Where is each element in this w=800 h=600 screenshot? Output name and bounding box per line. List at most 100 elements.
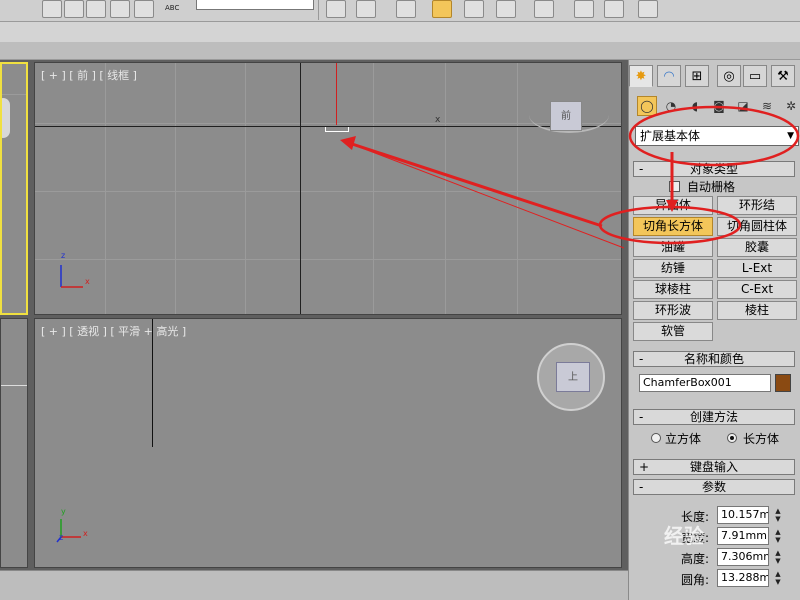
modify-icon[interactable]: ◠ — [657, 65, 681, 87]
create-subcategories: ◯ ◔ ◖ ◙ ◪ ≋ ✲ — [633, 96, 799, 118]
viewcube-face-label: 上 — [568, 372, 578, 383]
front-viewport[interactable]: [ + ] [ 前 ] [ 线框 ] x 前 z x — [34, 62, 622, 315]
watermark-text: 经验 — [664, 524, 704, 548]
autogrid-label: 自动栅格 — [687, 180, 736, 194]
grid-line — [517, 63, 518, 314]
box-radio[interactable] — [727, 433, 737, 443]
chamfer-cylinder-button[interactable]: 切角圆柱体 — [717, 217, 797, 236]
chamfer-box-button[interactable]: 切角长方体 — [633, 217, 713, 236]
time-slider[interactable] — [0, 570, 628, 600]
creation-method-rollout[interactable]: - 创建方法 — [633, 409, 795, 425]
chamfer-box-wireframe[interactable] — [325, 127, 349, 132]
toolbar-separator — [318, 0, 319, 20]
autogrid-checkbox[interactable] — [669, 181, 680, 192]
grid-line — [105, 63, 106, 314]
grid-line — [1, 385, 27, 386]
parameters-header: 参数 — [701, 480, 726, 494]
render-frame-icon[interactable] — [604, 0, 624, 18]
command-panel-tabs: ✸ ◠ ⊞ ◎ ▭ ⚒ — [629, 62, 800, 90]
geometry-category-dropdown[interactable]: 扩展基本体 ▼ — [635, 126, 799, 146]
create-icon[interactable]: ✸ — [629, 65, 653, 87]
l-ext-button[interactable]: L-Ext — [717, 259, 797, 278]
axis-z-label: z — [59, 533, 64, 542]
display-icon[interactable]: ▭ — [743, 65, 767, 87]
creation-method-header: 创建方法 — [689, 410, 738, 424]
axis-x-label-front-tripod: x — [85, 277, 90, 286]
align-icon[interactable] — [356, 0, 376, 18]
hierarchy-icon[interactable]: ⊞ — [685, 65, 709, 87]
lights-icon[interactable]: ◖ — [685, 96, 705, 116]
material-editor-icon[interactable] — [534, 0, 554, 18]
cameras-icon[interactable]: ◙ — [709, 96, 729, 116]
layer-manager-icon[interactable] — [432, 0, 452, 18]
perspective-viewport-label[interactable]: [ + ] [ 透视 ] [ 平滑 + 高光 ] — [41, 323, 186, 339]
helpers-icon[interactable]: ◪ — [733, 96, 753, 116]
main-toolbar: ABC — [0, 0, 800, 22]
parameters-rollout[interactable]: - 参数 — [633, 479, 795, 495]
axis-y-label: y — [61, 507, 66, 516]
viewcube-fragment — [2, 98, 10, 138]
object-type-rollout[interactable]: - 对象类型 — [633, 161, 795, 177]
cube-radio[interactable] — [651, 433, 661, 443]
world-axis-vertical — [300, 63, 301, 314]
named-selection-dropdown[interactable] — [196, 0, 314, 10]
viewport-left-active[interactable] — [0, 62, 28, 315]
viewcube-perspective[interactable]: 上 — [537, 343, 605, 411]
hose-button[interactable]: 软管 — [633, 322, 713, 341]
magnet-icon[interactable] — [42, 0, 62, 18]
category-value: 扩展基本体 — [640, 129, 701, 143]
systems-icon[interactable]: ✲ — [781, 96, 800, 116]
utilities-icon[interactable]: ⚒ — [771, 65, 795, 87]
object-name-field[interactable]: ChamferBox001 — [639, 374, 771, 392]
perspective-viewport[interactable]: [ + ] [ 透视 ] [ 平滑 + 高光 ] 上 y x z — [34, 318, 622, 568]
command-panel: ✸ ◠ ⊞ ◎ ▭ ⚒ ◯ ◔ ◖ ◙ ◪ ≋ ✲ 扩展基本体 ▼ - 对象类型… — [628, 60, 800, 600]
grid-line — [445, 63, 446, 314]
axis-tripod-front — [60, 265, 83, 288]
spinner-snap-icon[interactable] — [110, 0, 130, 18]
name-color-rollout[interactable]: - 名称和颜色 — [633, 351, 795, 367]
viewport-left-bottom[interactable] — [0, 318, 28, 568]
grid-line — [2, 94, 26, 95]
c-ext-button[interactable]: C-Ext — [717, 280, 797, 299]
keyboard-entry-rollout[interactable]: + 键盘输入 — [633, 459, 795, 475]
oil-tank-button[interactable]: 油罐 — [633, 238, 713, 257]
percent-snap-icon[interactable] — [86, 0, 106, 18]
front-viewport-label[interactable]: [ + ] [ 前 ] [ 线框 ] — [41, 67, 137, 83]
prism-button[interactable]: 棱柱 — [717, 301, 797, 320]
gengon-button[interactable]: 球棱柱 — [633, 280, 713, 299]
render-icon[interactable] — [638, 0, 658, 18]
watermark: 经验 — [664, 520, 796, 596]
spacewarps-icon[interactable]: ≋ — [757, 96, 777, 116]
curve-editor-icon[interactable] — [464, 0, 484, 18]
shapes-icon[interactable]: ◔ — [661, 96, 681, 116]
expand-sign: + — [639, 460, 650, 474]
named-selection-icon[interactable] — [134, 0, 154, 18]
render-setup-icon[interactable] — [574, 0, 594, 18]
capsule-button[interactable]: 胶囊 — [717, 238, 797, 257]
viewcube[interactable]: 前 — [550, 101, 582, 131]
viewcube-top-face[interactable]: 上 — [556, 362, 590, 392]
grid-line — [35, 191, 621, 192]
viewcube-face-label: 前 — [561, 111, 571, 122]
spindle-button[interactable]: 纺锤 — [633, 259, 713, 278]
name-color-header: 名称和颜色 — [683, 352, 744, 366]
box-radio-label: 长方体 — [743, 432, 780, 446]
grid-line — [35, 259, 621, 260]
object-color-swatch[interactable] — [775, 374, 791, 392]
schematic-icon[interactable] — [496, 0, 516, 18]
collapse-sign: - — [639, 352, 644, 366]
hedra-button[interactable]: 异面体 — [633, 196, 713, 215]
collapse-sign: - — [639, 410, 644, 424]
mirror-icon[interactable] — [326, 0, 346, 18]
ribbon-strip — [0, 22, 800, 42]
ring-wave-button[interactable]: 环形波 — [633, 301, 713, 320]
object-type-header: 对象类型 — [689, 162, 738, 176]
geometry-icon[interactable]: ◯ — [637, 96, 657, 116]
grid-line — [175, 63, 176, 314]
snap-icon[interactable] — [64, 0, 84, 18]
torus-knot-button[interactable]: 环形结 — [717, 196, 797, 215]
motion-icon[interactable]: ◎ — [717, 65, 741, 87]
layer-icon[interactable] — [396, 0, 416, 18]
ribbon-strip-lower — [0, 42, 800, 60]
gizmo-z-axis — [336, 63, 337, 125]
